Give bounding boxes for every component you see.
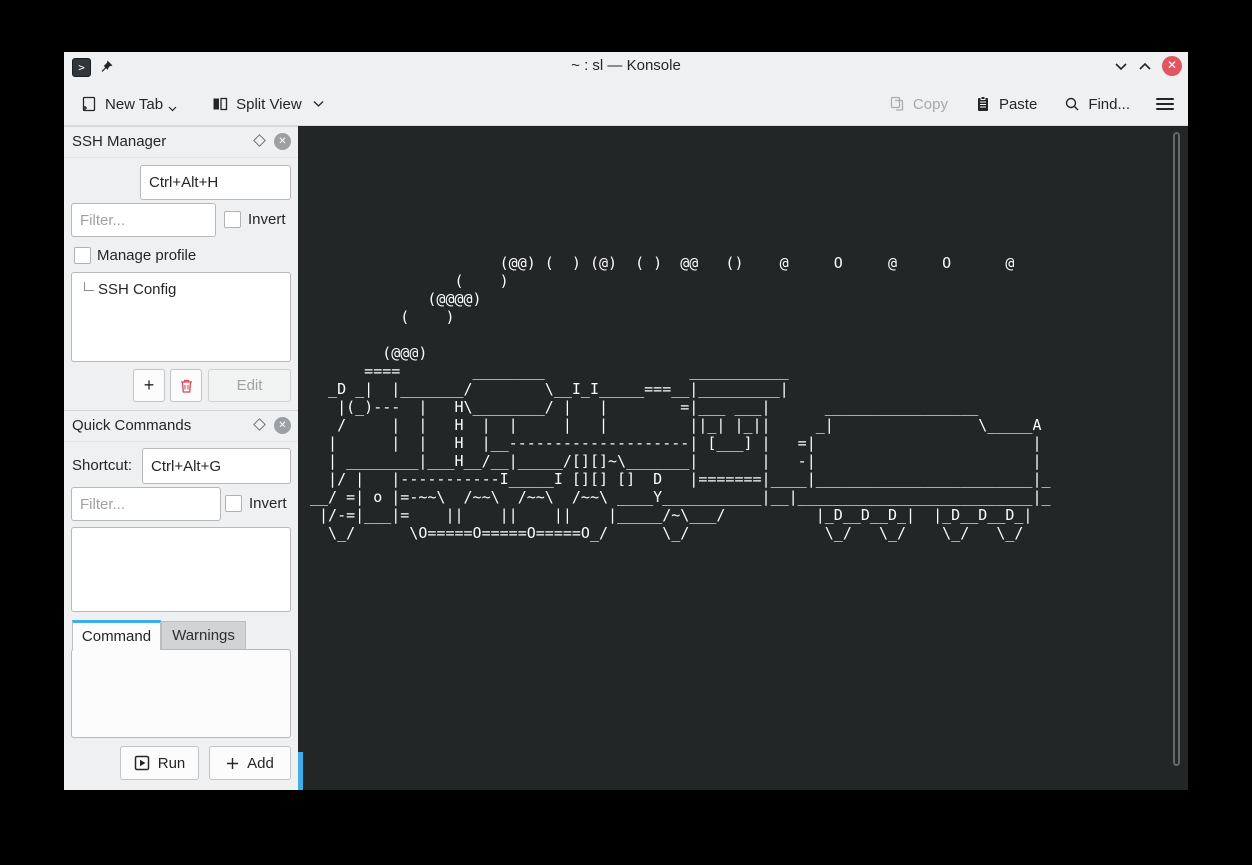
ssh-filter-input[interactable]	[71, 203, 216, 237]
find-icon	[1063, 95, 1081, 113]
paste-button[interactable]: Paste	[974, 95, 1037, 113]
copy-icon	[888, 95, 906, 113]
new-tab-button[interactable]: New Tab	[80, 95, 177, 113]
window-title: ~ : sl — Konsole	[64, 57, 1188, 74]
new-tab-caret-icon	[168, 106, 177, 112]
manage-profile-label: Manage profile	[97, 247, 196, 264]
close-panel-icon[interactable]: ✕	[274, 133, 291, 150]
float-panel-icon[interactable]	[253, 418, 266, 431]
ssh-edit-button[interactable]: Edit	[208, 369, 291, 402]
qc-shortcut-input[interactable]	[142, 448, 291, 484]
ssh-manager-title: SSH Manager	[72, 133, 166, 150]
ssh-invert-checkbox[interactable]	[224, 211, 241, 228]
window-controls: ✕	[1114, 56, 1182, 76]
tree-branch-icon	[84, 282, 94, 291]
add-button[interactable]: Add	[209, 746, 291, 780]
manage-profile-checkbox[interactable]	[74, 247, 91, 264]
trash-icon	[179, 378, 194, 394]
maximize-button[interactable]	[1138, 61, 1152, 71]
qc-invert-checkbox[interactable]	[225, 495, 242, 512]
plus-icon: +	[144, 375, 155, 396]
minimize-button[interactable]	[1114, 61, 1128, 71]
konsole-window: > ~ : sl — Konsole ✕ New Tab	[64, 52, 1188, 790]
ssh-shortcut-input[interactable]	[140, 165, 291, 200]
run-icon	[134, 755, 150, 771]
new-tab-icon	[80, 95, 98, 113]
ssh-manager-header[interactable]: SSH Manager ✕	[64, 126, 298, 158]
run-button[interactable]: Run	[120, 746, 199, 780]
paste-icon	[974, 95, 992, 113]
find-button[interactable]: Find...	[1063, 95, 1130, 113]
qc-shortcut-label: Shortcut:	[72, 457, 132, 474]
qc-invert-label: Invert	[249, 495, 287, 512]
qc-command-list[interactable]	[71, 527, 291, 612]
close-button[interactable]: ✕	[1162, 56, 1182, 76]
sl-ascii-train: (@@) ( ) (@) ( ) @@ () @ O @ O @ ( ) (@@…	[310, 254, 1051, 542]
hamburger-menu-button[interactable]	[1156, 95, 1174, 113]
qc-command-editor[interactable]	[71, 649, 291, 738]
toolbar: New Tab Split View Copy	[64, 82, 1188, 126]
sidebar: SSH Manager ✕ Shortcut Invert Manage pro…	[64, 126, 298, 790]
focus-indicator	[298, 752, 303, 790]
tab-warnings[interactable]: Warnings	[161, 621, 246, 650]
qc-filter-input[interactable]	[71, 487, 221, 521]
terminal-view[interactable]: (@@) ( ) (@) ( ) @@ () @ O @ O @ ( ) (@@…	[298, 126, 1188, 790]
ssh-add-button[interactable]: +	[133, 369, 165, 402]
quick-commands-title: Quick Commands	[72, 417, 191, 434]
quick-commands-header[interactable]: Quick Commands ✕	[64, 410, 298, 442]
close-panel-icon[interactable]: ✕	[274, 417, 291, 434]
terminal-scrollbar[interactable]	[1173, 132, 1180, 766]
ssh-tree: SSH Config	[71, 272, 291, 362]
plus-icon	[226, 757, 239, 770]
ssh-invert-label: Invert	[248, 211, 286, 228]
ssh-delete-button[interactable]	[170, 369, 202, 402]
split-view-button[interactable]: Split View	[211, 95, 324, 113]
copy-button[interactable]: Copy	[888, 95, 948, 113]
split-view-icon	[211, 95, 229, 113]
split-view-caret-icon	[313, 100, 324, 108]
float-panel-icon[interactable]	[253, 134, 266, 147]
ssh-tree-item[interactable]: SSH Config	[81, 281, 176, 298]
tab-command[interactable]: Command	[72, 620, 161, 650]
titlebar[interactable]: > ~ : sl — Konsole ✕	[64, 52, 1188, 82]
